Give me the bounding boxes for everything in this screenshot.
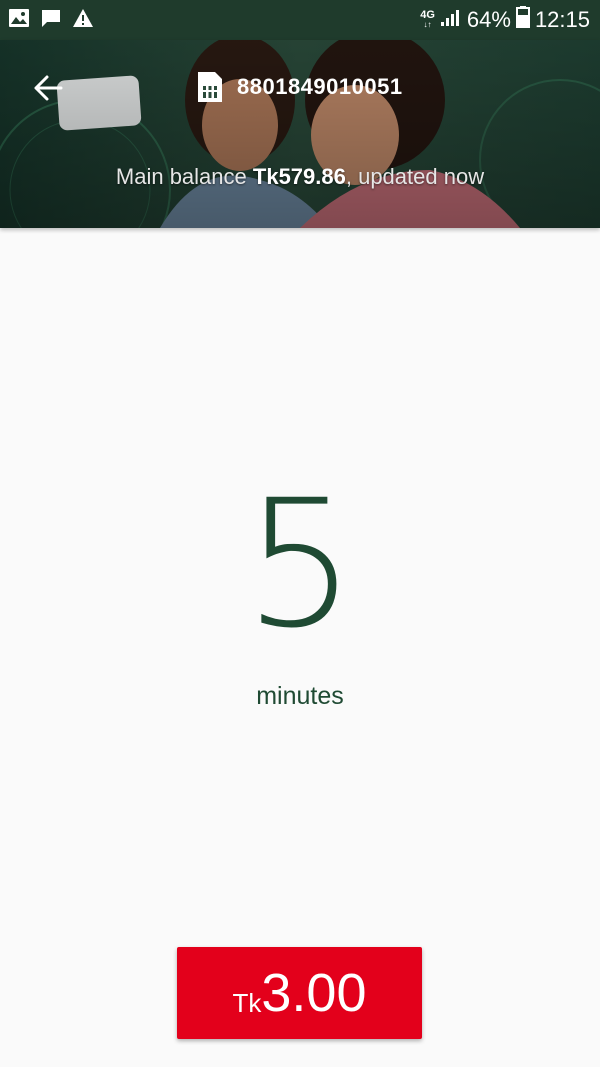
header-banner: 8801849010051 Main balance Tk579.86, upd… [0,40,600,228]
clock: 12:15 [534,7,590,32]
signal-icon [440,7,462,33]
message-icon [40,8,62,33]
back-button[interactable] [28,70,68,106]
banner-photo [0,40,600,228]
battery-percent: 64% [466,7,511,32]
warning-icon [72,8,94,33]
sim-card-icon [198,72,222,102]
phone-number: 8801849010051 [237,74,403,99]
network-type: 4G ↓↑ [420,9,435,30]
battery-icon [515,6,530,34]
package-minutes-unit: minutes [256,682,344,710]
balance-label: Main balance [115,164,247,189]
balance-amount: Tk579.86 [252,164,346,189]
image-icon [8,8,30,33]
balance-info: Main balance Tk579.86, updated now [0,164,600,190]
package-minutes-value: 5 [244,462,356,667]
system-status: 4G ↓↑ 64% 12:15 [420,6,590,34]
price-amount: 3.00 [261,963,367,1023]
buy-price-button[interactable]: Tk 3.00 [177,947,422,1039]
price-currency: Tk [232,987,262,1018]
balance-updated: , updated now [345,164,485,189]
arrow-left-icon [34,75,63,101]
status-bar: 4G ↓↑ 64% 12:15 [0,0,600,40]
sim-number-row: 8801849010051 [196,70,403,104]
notification-icons [8,8,94,33]
